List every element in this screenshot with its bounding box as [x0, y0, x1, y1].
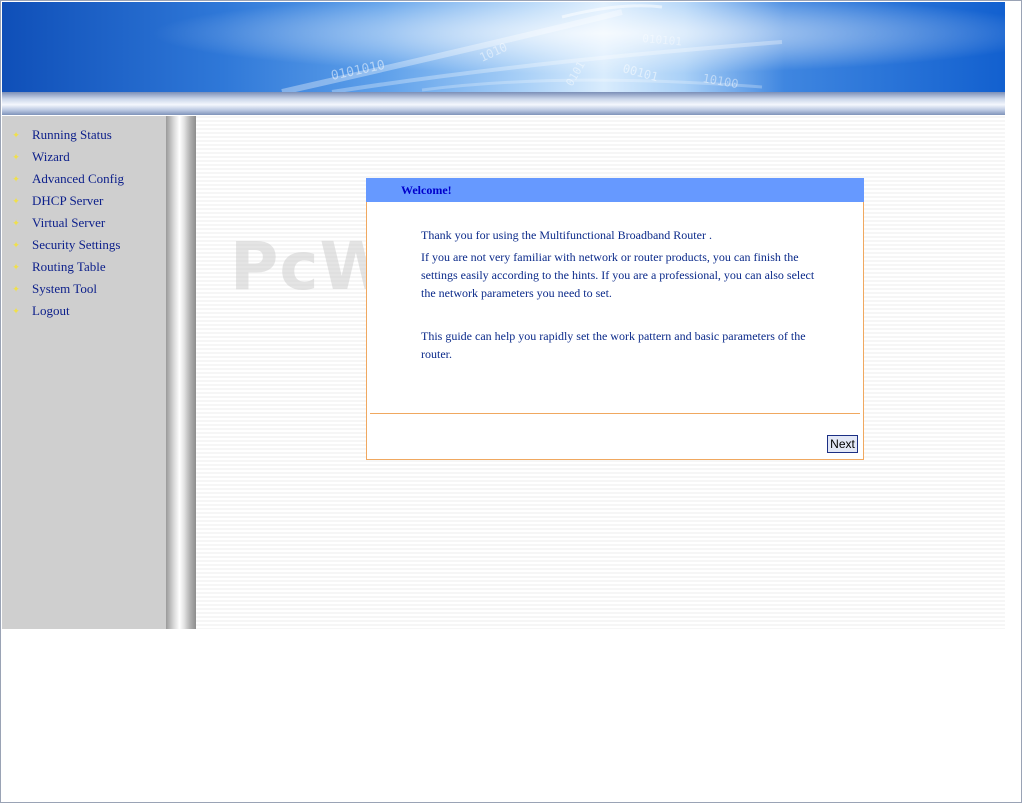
sidebar-item-label: DHCP Server: [32, 193, 104, 208]
sidebar-item-routing-table[interactable]: ✦ Routing Table: [2, 256, 166, 278]
sidebar-item-label: Running Status: [32, 127, 112, 142]
star-bullet-icon: ✦: [12, 174, 20, 184]
sidebar-rail-divider: [166, 116, 196, 629]
star-bullet-icon: ✦: [12, 262, 20, 272]
star-bullet-icon: ✦: [12, 218, 20, 228]
panel-title: Welcome!: [366, 178, 864, 202]
banner-graphic: 0101010 1010 00101 10100 0101 010101: [2, 2, 1005, 92]
header-divider-bar: [2, 92, 1005, 115]
next-button[interactable]: Next: [827, 435, 858, 453]
sidebar-item-advanced-config[interactable]: ✦ Advanced Config: [2, 168, 166, 190]
sidebar-item-label: Advanced Config: [32, 171, 125, 186]
sidebar-menu: ✦ Running Status ✦ Wizard ✦ Advanced Con…: [2, 116, 166, 322]
star-bullet-icon: ✦: [12, 240, 20, 250]
sidebar-item-label: System Tool: [32, 281, 97, 296]
welcome-text: Thank you for using the Multifunctional …: [421, 226, 816, 363]
panel-body: Thank you for using the Multifunctional …: [366, 202, 864, 460]
sidebar-item-virtual-server[interactable]: ✦ Virtual Server: [2, 212, 166, 234]
star-bullet-icon: ✦: [12, 196, 20, 206]
header-banner: 0101010 1010 00101 10100 0101 010101: [2, 2, 1005, 92]
sidebar-nav: ✦ Running Status ✦ Wizard ✦ Advanced Con…: [2, 116, 166, 629]
sidebar-item-label: Virtual Server: [32, 215, 106, 230]
star-bullet-icon: ✦: [12, 152, 20, 162]
sidebar-item-logout[interactable]: ✦ Logout: [2, 300, 166, 322]
welcome-paragraph-1: Thank you for using the Multifunctional …: [421, 228, 712, 242]
star-bullet-icon: ✦: [12, 284, 20, 294]
sidebar-item-label: Security Settings: [32, 237, 121, 252]
sidebar-item-label: Logout: [32, 303, 70, 318]
sidebar-item-dhcp-server[interactable]: ✦ DHCP Server: [2, 190, 166, 212]
star-bullet-icon: ✦: [12, 130, 20, 140]
sidebar-item-wizard[interactable]: ✦ Wizard: [2, 146, 166, 168]
sidebar-item-system-tool[interactable]: ✦ System Tool: [2, 278, 166, 300]
sidebar-item-security-settings[interactable]: ✦ Security Settings: [2, 234, 166, 256]
sidebar-item-label: Wizard: [32, 149, 70, 164]
sidebar-item-running-status[interactable]: ✦ Running Status: [2, 124, 166, 146]
sidebar-item-label: Routing Table: [32, 259, 106, 274]
welcome-paragraph-3: This guide can help you rapidly set the …: [421, 329, 806, 361]
welcome-paragraph-2: If you are not very familiar with networ…: [421, 250, 815, 300]
panel-divider: [370, 413, 860, 414]
star-bullet-icon: ✦: [12, 306, 20, 316]
welcome-panel: Welcome! Thank you for using the Multifu…: [366, 178, 864, 460]
